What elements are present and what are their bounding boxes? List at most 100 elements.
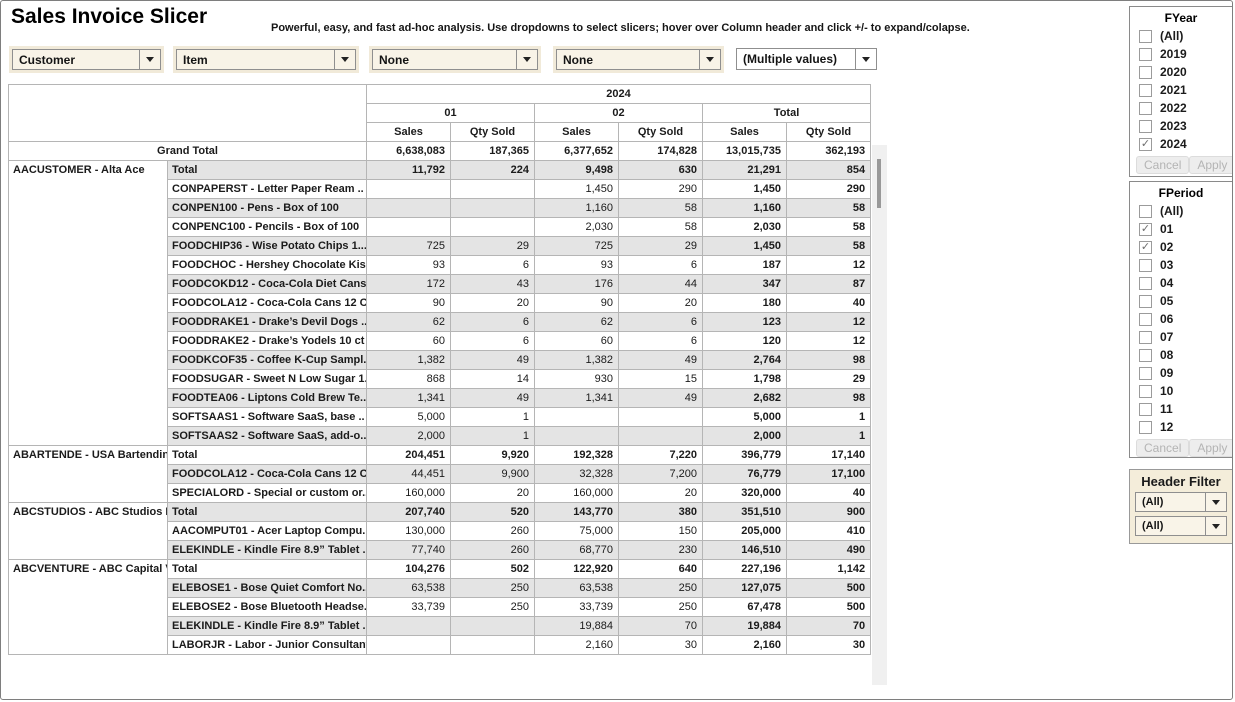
item-label: ELEBOSE1 - Bose Quiet Comfort No.. (168, 579, 367, 598)
unchecked-checkbox-icon[interactable] (1139, 30, 1152, 43)
value-cell: 90 (367, 294, 451, 313)
value-cell: 143,770 (535, 503, 619, 522)
fyear-option-2020[interactable]: 2020 (1130, 63, 1232, 81)
unchecked-checkbox-icon[interactable] (1139, 84, 1152, 97)
unchecked-checkbox-icon[interactable] (1139, 48, 1152, 61)
value-cell: 146,510 (703, 541, 787, 560)
fyear-apply-button[interactable]: Apply (1189, 156, 1233, 174)
value-cell: 93 (535, 256, 619, 275)
value-cell: 12 (787, 256, 871, 275)
slicer-dropdown-4[interactable]: None (556, 49, 721, 70)
value-cell: 62 (367, 313, 451, 332)
value-cell: 7,220 (619, 446, 703, 465)
slicer-dropdown-1[interactable]: Customer (12, 49, 161, 70)
unchecked-checkbox-icon[interactable] (1139, 421, 1152, 434)
unchecked-checkbox-icon[interactable] (1139, 403, 1152, 416)
value-cell: 320,000 (703, 484, 787, 503)
unchecked-checkbox-icon[interactable] (1139, 295, 1152, 308)
value-cell: 1,450 (703, 237, 787, 256)
fyear-cancel-button[interactable]: Cancel (1136, 156, 1189, 174)
chevron-down-icon[interactable] (139, 50, 160, 69)
unchecked-checkbox-icon[interactable] (1139, 259, 1152, 272)
fperiod-option-07[interactable]: 07 (1130, 328, 1232, 346)
fperiod-option-04[interactable]: 04 (1130, 274, 1232, 292)
chevron-down-icon[interactable] (699, 50, 720, 69)
header-filter-dropdown-2[interactable]: (All) (1135, 516, 1227, 536)
value-cell: 58 (787, 218, 871, 237)
unchecked-checkbox-icon[interactable] (1139, 331, 1152, 344)
unchecked-checkbox-icon[interactable] (1139, 385, 1152, 398)
pivot-table: 2024 01 02 Total Sales Qty Sold Sales Qt… (8, 84, 871, 655)
unchecked-checkbox-icon[interactable] (1139, 120, 1152, 133)
fyear-option-2024[interactable]: ✓2024 (1130, 135, 1232, 153)
value-cell: 14 (451, 370, 535, 389)
unchecked-checkbox-icon[interactable] (1139, 367, 1152, 380)
fperiod-option-all[interactable]: (All) (1130, 202, 1232, 220)
chevron-down-icon[interactable] (516, 50, 537, 69)
value-cell: 725 (535, 237, 619, 256)
value-cell: 30 (619, 636, 703, 655)
fperiod-apply-button[interactable]: Apply (1189, 439, 1233, 457)
unchecked-checkbox-icon[interactable] (1139, 102, 1152, 115)
value-cell (451, 636, 535, 655)
chevron-down-icon[interactable] (1205, 493, 1226, 511)
value-cell: 122,920 (535, 560, 619, 579)
fyear-option-2019[interactable]: 2019 (1130, 45, 1232, 63)
value-cell: 500 (787, 579, 871, 598)
unchecked-checkbox-icon[interactable] (1139, 66, 1152, 79)
item-label: ELEKINDLE - Kindle Fire 8.9” Tablet .. (168, 617, 367, 636)
value-cell (535, 427, 619, 446)
value-cell (367, 180, 451, 199)
value-cell: 5,000 (367, 408, 451, 427)
measure-header-qty: Qty Sold (619, 123, 703, 142)
grand-total-row: Grand Total 6,638,083 187,365 6,377,652 … (9, 142, 871, 161)
value-cell: 58 (787, 237, 871, 256)
chevron-down-icon[interactable] (1205, 517, 1226, 535)
fperiod-option-11[interactable]: 11 (1130, 400, 1232, 418)
fperiod-cancel-button[interactable]: Cancel (1136, 439, 1189, 457)
fperiod-option-09[interactable]: 09 (1130, 364, 1232, 382)
value-cell: 6 (451, 256, 535, 275)
unchecked-checkbox-icon[interactable] (1139, 205, 1152, 218)
year-column-header[interactable]: 2024 (367, 85, 871, 104)
measure-header-sales: Sales (535, 123, 619, 142)
fperiod-option-01[interactable]: ✓01 (1130, 220, 1232, 238)
fperiod-option-02[interactable]: ✓02 (1130, 238, 1232, 256)
total-row-label: Total (168, 503, 367, 522)
value-cell (367, 218, 451, 237)
unchecked-checkbox-icon[interactable] (1139, 313, 1152, 326)
period-column-header-total[interactable]: Total (703, 104, 871, 123)
scrollbar-thumb[interactable] (877, 159, 881, 208)
fperiod-option-06[interactable]: 06 (1130, 310, 1232, 328)
fperiod-option-12[interactable]: 12 (1130, 418, 1232, 436)
unchecked-checkbox-icon[interactable] (1139, 277, 1152, 290)
checked-checkbox-icon[interactable]: ✓ (1139, 138, 1152, 151)
chevron-down-icon[interactable] (334, 50, 355, 69)
header-filter-dropdown-1[interactable]: (All) (1135, 492, 1227, 512)
fperiod-option-08[interactable]: 08 (1130, 346, 1232, 364)
checked-checkbox-icon[interactable]: ✓ (1139, 241, 1152, 254)
unchecked-checkbox-icon[interactable] (1139, 349, 1152, 362)
option-label: 11 (1160, 402, 1173, 416)
slicer-strip-4: None (553, 46, 724, 73)
value-cell: 68,770 (535, 541, 619, 560)
item-label: SOFTSAAS2 - Software SaaS, add-o.. (168, 427, 367, 446)
value-cell: 29 (787, 370, 871, 389)
measures-dropdown[interactable]: (Multiple values) (736, 48, 877, 70)
fperiod-option-05[interactable]: 05 (1130, 292, 1232, 310)
item-label: FOODTEA06 - Liptons Cold Brew Te.. (168, 389, 367, 408)
chevron-down-icon[interactable] (855, 49, 876, 69)
period-column-header-02[interactable]: 02 (535, 104, 703, 123)
slicer-dropdown-2[interactable]: Item (176, 49, 356, 70)
fyear-option-2023[interactable]: 2023 (1130, 117, 1232, 135)
fyear-option-all[interactable]: (All) (1130, 27, 1232, 45)
fyear-option-2022[interactable]: 2022 (1130, 99, 1232, 117)
checked-checkbox-icon[interactable]: ✓ (1139, 223, 1152, 236)
fyear-option-2021[interactable]: 2021 (1130, 81, 1232, 99)
fperiod-option-03[interactable]: 03 (1130, 256, 1232, 274)
fperiod-option-10[interactable]: 10 (1130, 382, 1232, 400)
period-column-header-01[interactable]: 01 (367, 104, 535, 123)
slicer-dropdown-3[interactable]: None (372, 49, 538, 70)
total-row-label: Total (168, 560, 367, 579)
vertical-scrollbar[interactable] (872, 145, 887, 685)
